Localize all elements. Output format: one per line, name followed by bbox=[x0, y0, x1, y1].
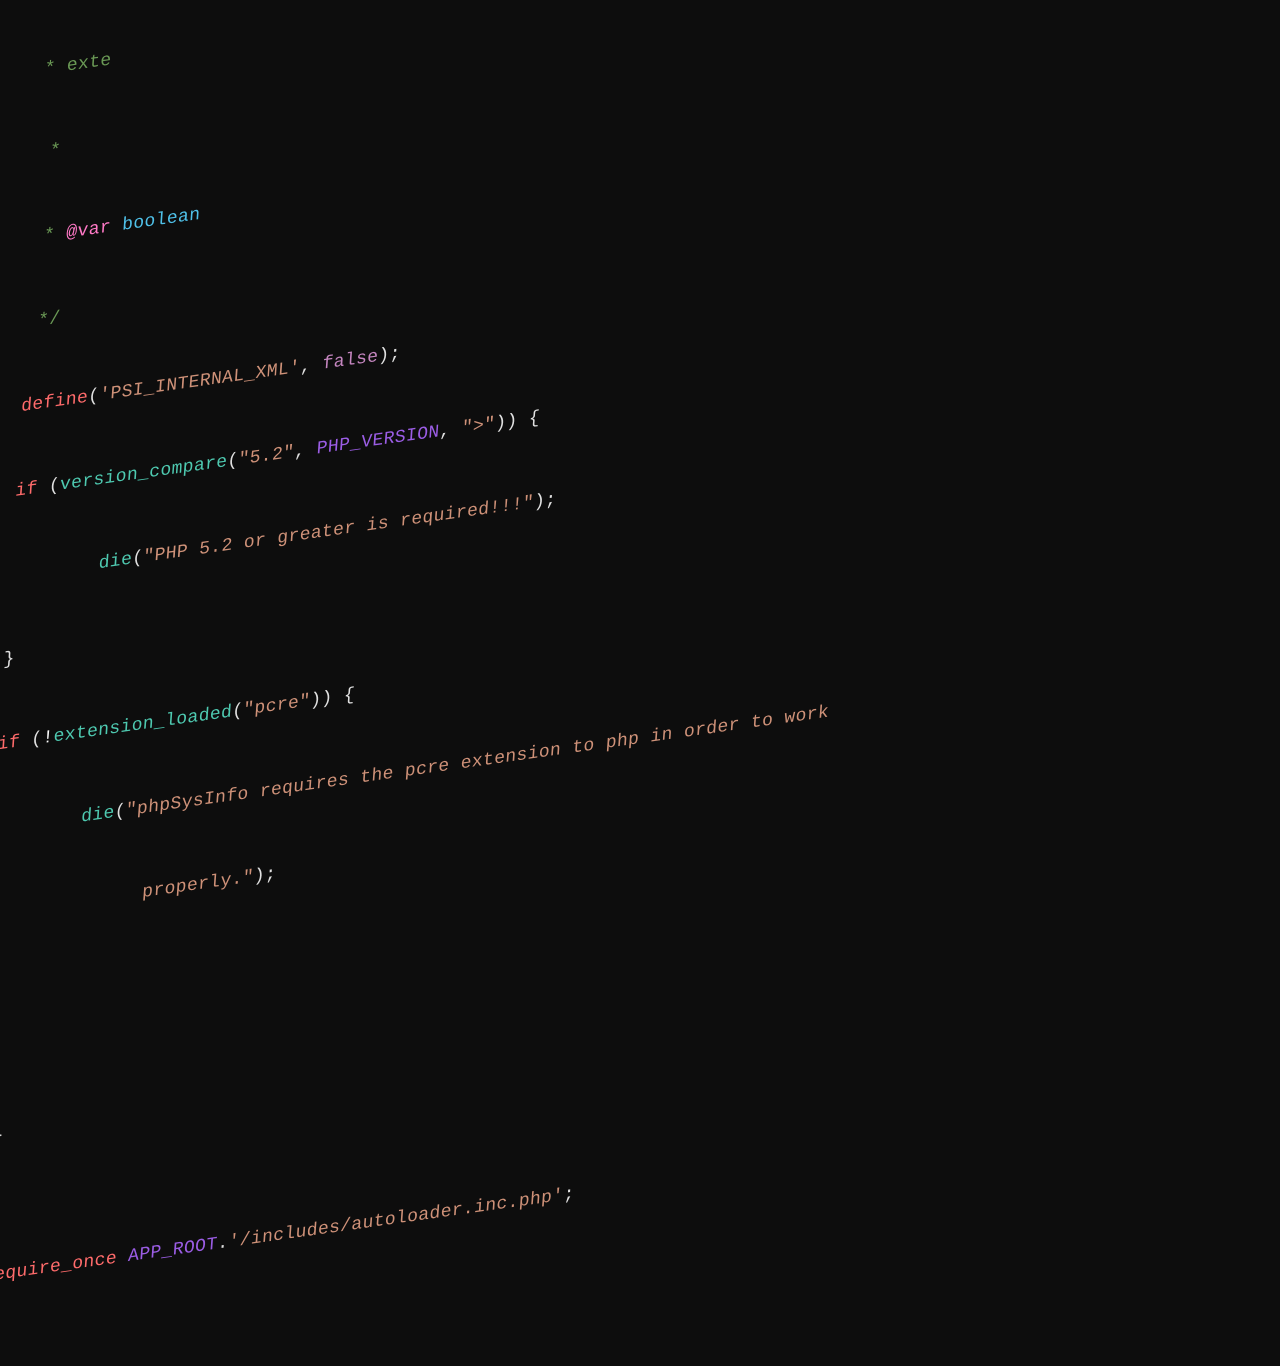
code-block: * exte * * @var boolean */ define('PSI_I… bbox=[0, 0, 1280, 1366]
